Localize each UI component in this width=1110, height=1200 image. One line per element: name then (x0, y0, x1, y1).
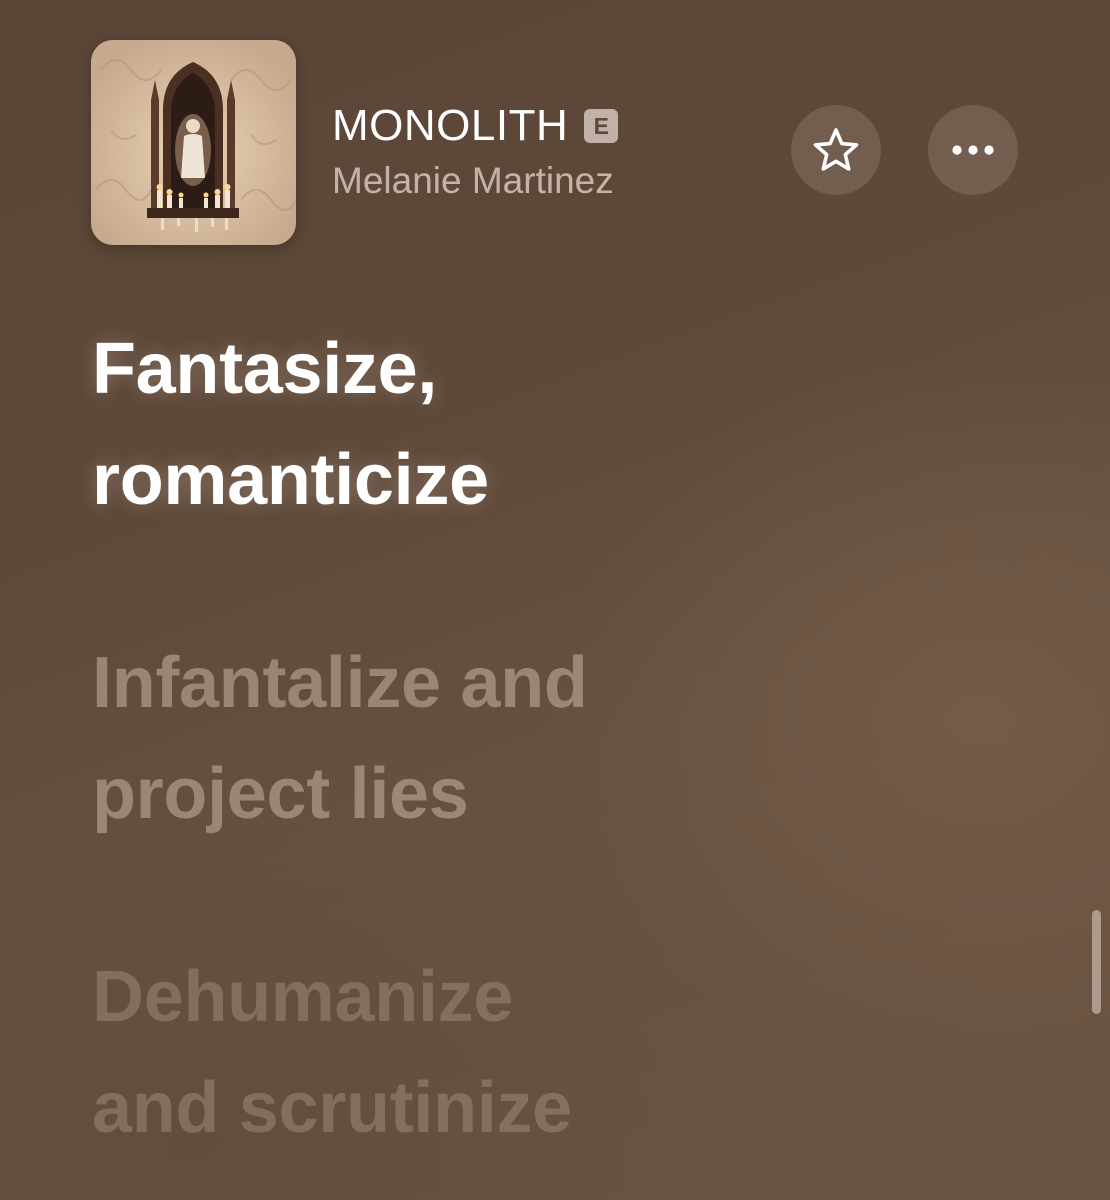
lyric-line-upcoming[interactable]: Dehumanize and scrutinize (92, 942, 992, 1164)
track-title: MONOLITH (332, 101, 569, 150)
lyric-text: Dehumanize (92, 957, 514, 1037)
lyric-text: and scrutinize (92, 1068, 572, 1148)
more-options-button[interactable] (928, 105, 1018, 195)
explicit-badge: E (584, 109, 619, 143)
album-cover-shrine-icon (91, 40, 296, 245)
lyric-line-active[interactable]: Fantasize, romanticize (92, 314, 992, 536)
track-info[interactable]: MONOLITH E Melanie Martinez (332, 100, 752, 207)
track-title-row: MONOLITH E (332, 100, 752, 152)
lyrics-view[interactable]: Fantasize, romanticize Infantalize and p… (92, 314, 992, 1164)
album-art[interactable] (91, 40, 296, 245)
lyric-text: romanticize (92, 440, 489, 520)
scrollbar[interactable] (1092, 910, 1101, 1014)
lyric-text: Fantasize, (92, 329, 438, 409)
star-outline-icon (813, 128, 859, 171)
lyric-line-upcoming[interactable]: Infantalize and project lies (92, 628, 992, 850)
lyric-text: Infantalize and (92, 643, 588, 723)
now-playing-header: MONOLITH E Melanie Martinez (0, 0, 1110, 260)
favorite-button[interactable] (791, 105, 881, 195)
ellipsis-icon (952, 145, 994, 155)
artist-name[interactable]: Melanie Martinez (332, 155, 752, 207)
lyric-text: project lies (92, 754, 469, 834)
